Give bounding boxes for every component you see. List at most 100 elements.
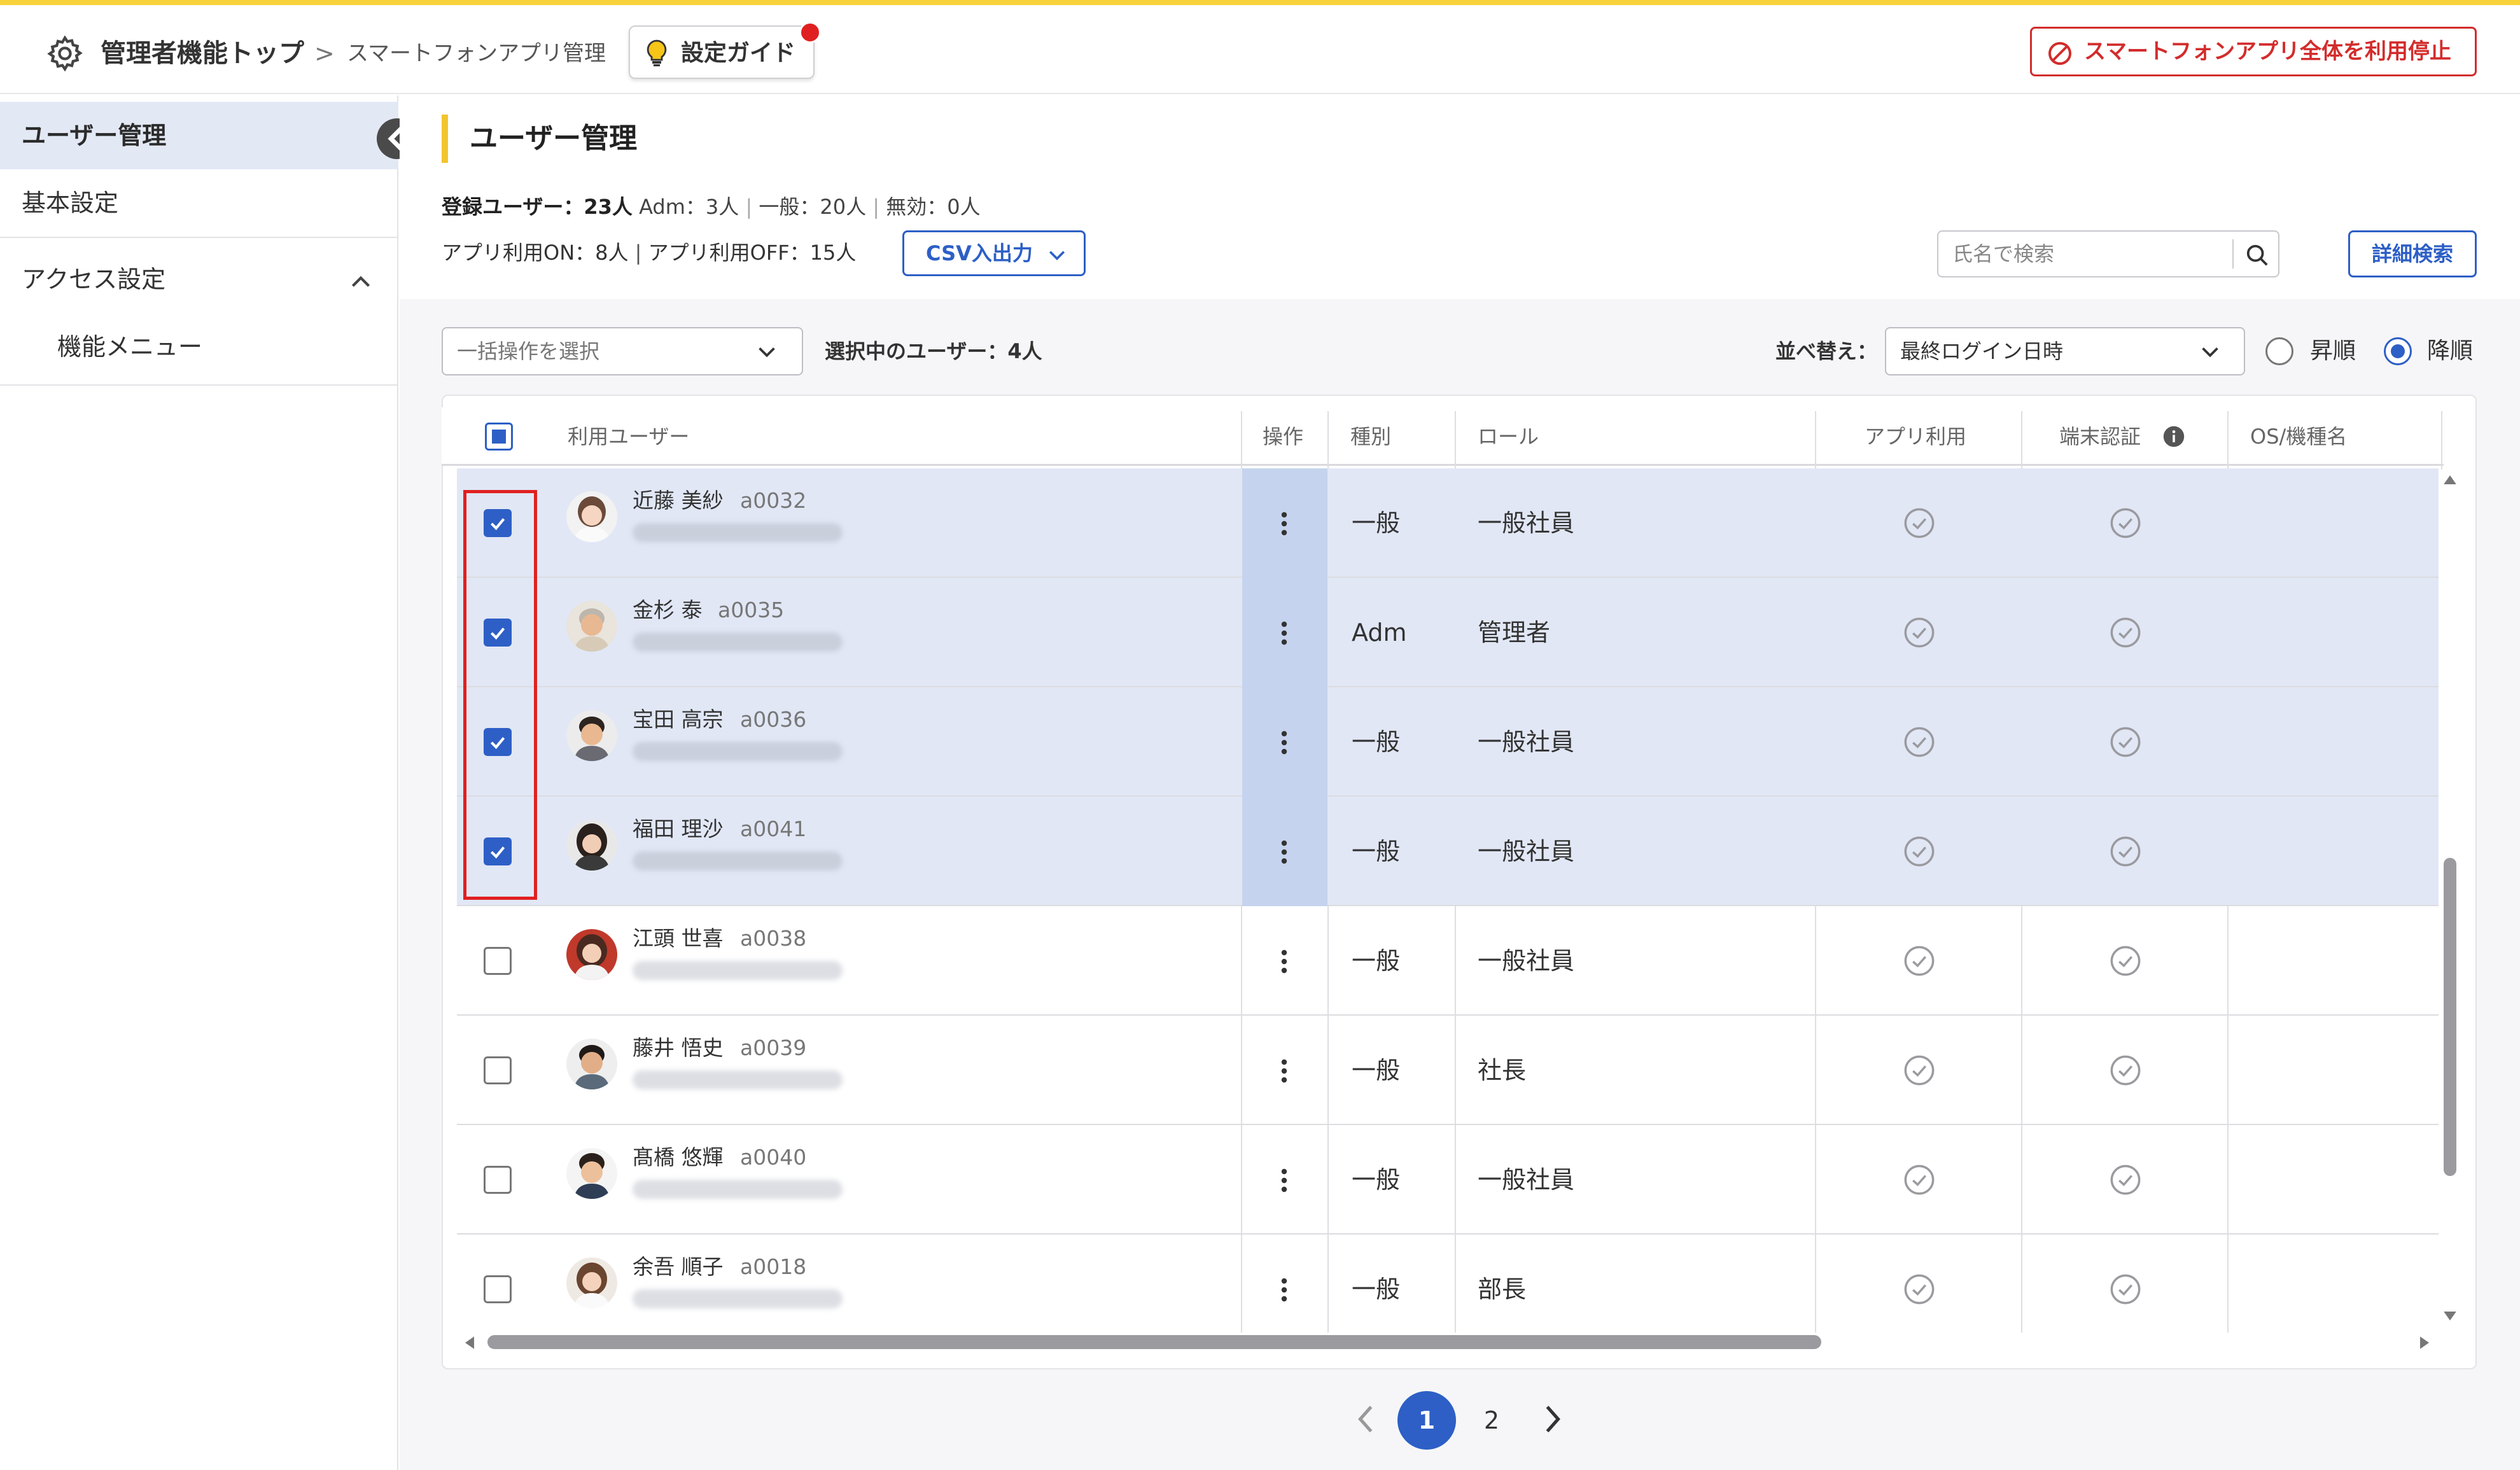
sidebar-item-access-settings[interactable]: アクセス設定	[0, 246, 398, 313]
table-header	[442, 407, 2444, 466]
table-row[interactable]: 江頭 世喜 a0038 一般 一般社員	[457, 906, 2439, 1016]
title-accent-bar	[442, 115, 448, 163]
check-circle-icon	[1904, 1055, 1935, 1086]
scroll-down-arrow[interactable]	[2441, 1307, 2459, 1325]
check-circle-icon	[1904, 946, 1935, 976]
descending-radio[interactable]	[2384, 337, 2412, 365]
more-vertical-icon[interactable]	[1279, 948, 1289, 975]
select-all-checkbox[interactable]	[485, 423, 513, 451]
breadcrumb-separator: >	[314, 39, 335, 67]
check-circle-icon	[1904, 1274, 1935, 1305]
user-role: 一般社員	[1478, 1166, 1575, 1194]
scroll-up-arrow[interactable]	[2441, 471, 2459, 489]
breadcrumb-current: スマートフォンアプリ管理	[347, 41, 606, 66]
more-vertical-icon[interactable]	[1279, 620, 1289, 647]
detail-search-button[interactable]: 詳細検索	[2348, 230, 2477, 277]
user-role: 一般社員	[1478, 509, 1575, 537]
user-type: 一般	[1352, 1275, 1401, 1303]
sidebar-item-user-management[interactable]: ユーザー管理	[0, 102, 398, 169]
op-cell	[1242, 906, 1327, 1016]
avatar	[566, 1148, 617, 1199]
ascending-radio[interactable]	[2265, 337, 2293, 365]
user-id: a0036	[740, 707, 807, 732]
user-role: 社長	[1478, 1056, 1527, 1084]
app-usage-stats: アプリ利用ON：8人 | アプリ利用OFF：15人	[442, 241, 857, 265]
setting-guide-label: 設定ガイド	[681, 40, 796, 66]
check-circle-icon	[2110, 1165, 2141, 1195]
vertical-scrollbar[interactable]	[2444, 858, 2456, 1176]
descending-label: 降順	[2427, 338, 2474, 364]
stop-app-button[interactable]: スマートフォンアプリ全体を利用停止	[2030, 27, 2477, 76]
search-divider	[2232, 239, 2234, 269]
table-row[interactable]: 近藤 美紗 a0032 一般 一般社員	[457, 468, 2439, 578]
general-count: 一般：20人	[759, 195, 867, 219]
user-type: 一般	[1352, 728, 1401, 756]
gear-icon[interactable]	[45, 33, 85, 74]
table-row[interactable]: 宝田 高宗 a0036 一般 一般社員	[457, 687, 2439, 797]
more-vertical-icon[interactable]	[1279, 839, 1289, 865]
bulk-action-select[interactable]: 一括操作を選択	[442, 327, 803, 375]
user-role: 一般社員	[1478, 837, 1575, 865]
scroll-right-arrow[interactable]	[2416, 1334, 2433, 1352]
setting-guide-button[interactable]: 設定ガイド	[629, 25, 815, 79]
more-vertical-icon[interactable]	[1279, 510, 1289, 537]
row-checkbox[interactable]	[484, 1166, 512, 1194]
chevron-up-icon[interactable]	[347, 269, 374, 295]
redacted-email	[633, 742, 843, 761]
next-page-icon[interactable]	[1539, 1399, 1567, 1439]
user-type: 一般	[1352, 1056, 1401, 1084]
page-1-button[interactable]: 1	[1397, 1391, 1456, 1450]
redacted-email	[633, 633, 843, 652]
user-type: 一般	[1352, 837, 1401, 865]
sidebar-item-function-menu[interactable]: 機能メニュー	[57, 313, 202, 381]
user-role: 部長	[1478, 1275, 1527, 1303]
more-vertical-icon[interactable]	[1279, 1167, 1289, 1194]
redacted-email	[633, 1289, 843, 1308]
prev-page-icon[interactable]	[1352, 1399, 1380, 1439]
row-checkbox[interactable]	[484, 1275, 512, 1303]
scroll-left-arrow[interactable]	[461, 1334, 479, 1352]
sort-select[interactable]: 最終ログイン日時	[1885, 327, 2245, 375]
table-row[interactable]: 金杉 泰 a0035 Adm 管理者	[457, 578, 2439, 687]
sidebar-item-basic-settings[interactable]: 基本設定	[0, 169, 398, 237]
indeterminate-mark	[492, 430, 506, 444]
op-cell	[1242, 1016, 1327, 1125]
op-cell	[1242, 578, 1327, 687]
sidebar: ユーザー管理 基本設定 アクセス設定 機能メニュー	[0, 95, 398, 1470]
avatar	[566, 1039, 617, 1089]
user-role: 管理者	[1478, 619, 1551, 647]
user-type: Adm	[1352, 619, 1407, 647]
stop-app-label: スマートフォンアプリ全体を利用停止	[2084, 39, 2451, 64]
redacted-email	[633, 961, 843, 980]
more-vertical-icon[interactable]	[1279, 729, 1289, 756]
table-row[interactable]: 藤井 悟史 a0039 一般 社長	[457, 1016, 2439, 1125]
search-input[interactable]	[1938, 232, 2231, 276]
row-checkbox[interactable]	[484, 947, 512, 975]
admin-top-link[interactable]: 管理者機能トップ	[101, 33, 304, 74]
horizontal-scrollbar[interactable]	[487, 1335, 1821, 1349]
sidebar-divider	[0, 237, 398, 238]
table-row[interactable]: 髙橋 悠輝 a0040 一般 一般社員	[457, 1125, 2439, 1235]
search-icon[interactable]	[2245, 243, 2269, 267]
table-row[interactable]: 福田 理沙 a0041 一般 一般社員	[457, 797, 2439, 906]
info-icon[interactable]	[2162, 425, 2185, 448]
table-row[interactable]: 余吾 順子 a0018 一般 部長	[457, 1235, 2439, 1331]
row-checkbox[interactable]	[484, 1056, 512, 1084]
page-2-button[interactable]: 2	[1474, 1391, 1509, 1450]
sort-value: 最終ログイン日時	[1900, 339, 2064, 363]
csv-io-button[interactable]: CSV入出力	[902, 230, 1086, 276]
check-circle-icon	[1904, 508, 1935, 538]
lightbulb-icon	[647, 39, 667, 67]
avatar	[566, 491, 617, 542]
user-name: 金杉 泰	[633, 598, 703, 622]
op-cell	[1242, 687, 1327, 797]
chevron-down-icon	[759, 347, 775, 358]
user-id: a0040	[740, 1145, 807, 1170]
chevron-down-icon	[2202, 347, 2218, 358]
more-vertical-icon[interactable]	[1279, 1058, 1289, 1084]
bulk-action-placeholder: 一括操作を選択	[457, 339, 600, 363]
check-circle-icon	[2110, 1274, 2141, 1305]
invalid-count: 無効：0人	[886, 195, 981, 219]
app-header: 管理者機能トップ > スマートフォンアプリ管理 設定ガイド スマートフォンアプリ…	[0, 5, 2520, 94]
more-vertical-icon[interactable]	[1279, 1277, 1289, 1303]
